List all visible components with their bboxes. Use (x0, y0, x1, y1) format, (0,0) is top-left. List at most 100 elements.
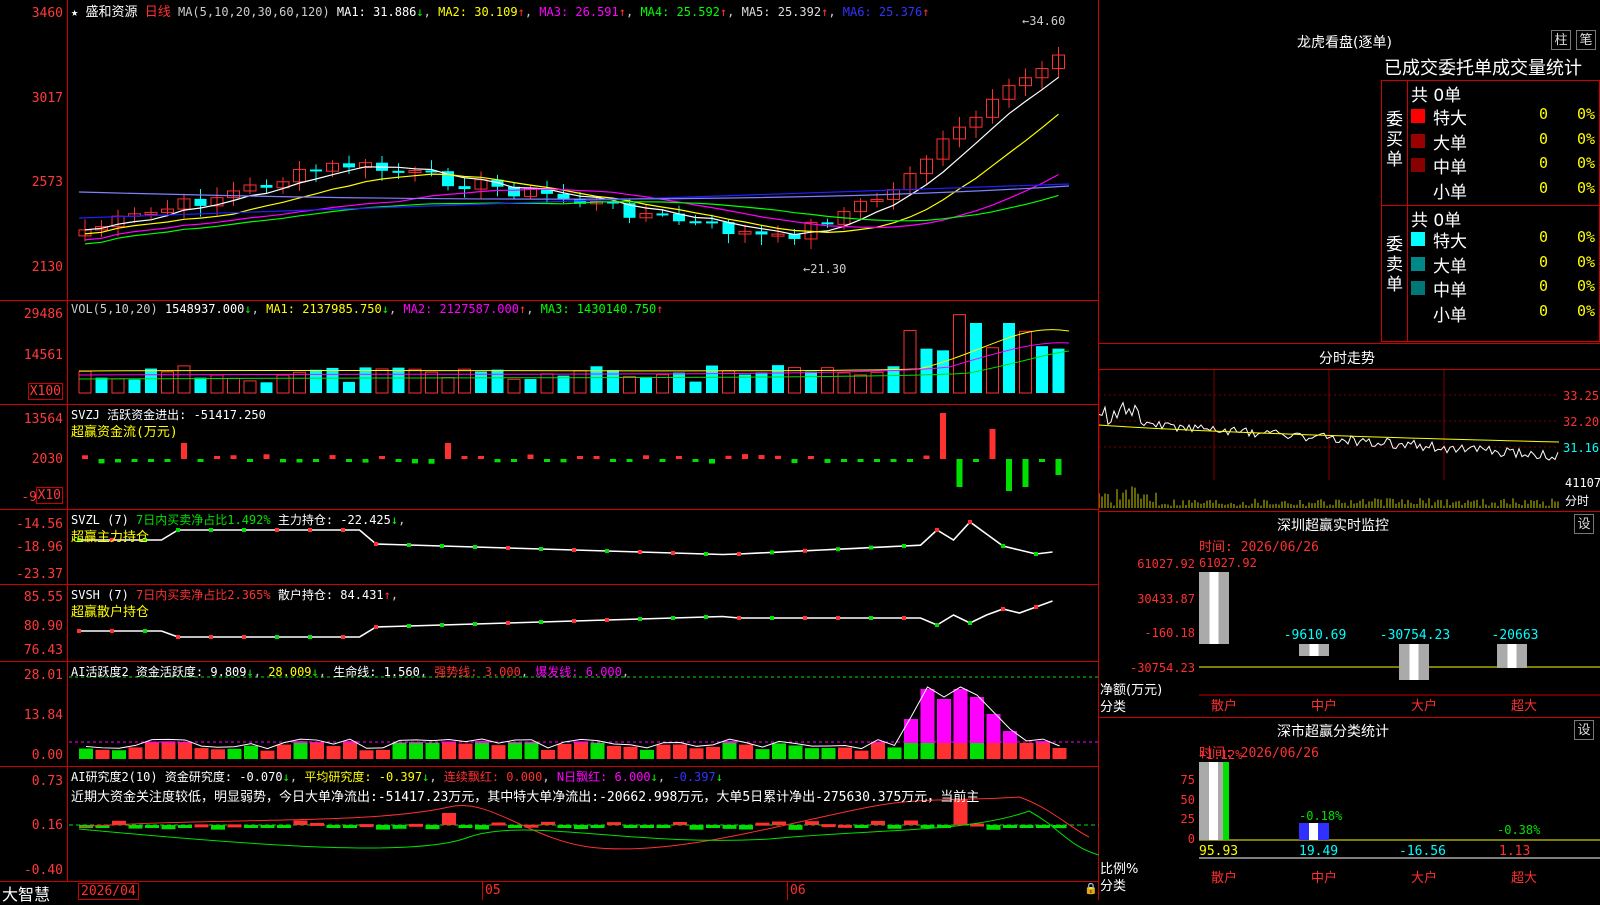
vol-bar-up (294, 372, 306, 393)
szmon-cat: 大户 (1411, 698, 1437, 714)
activity-bar-top (937, 699, 951, 743)
research-bar (657, 825, 671, 828)
ai2-header: AI研究度2(10) 资金研究度: -0.070↓, 平均研究度: -0.397… (71, 768, 723, 785)
holding-dot (308, 635, 312, 639)
kline-chart[interactable] (69, 0, 1099, 300)
holding-dot (1001, 544, 1005, 548)
holding-dot (1001, 607, 1005, 611)
activity-bar (937, 743, 951, 759)
szcls-tick: 75 (1181, 773, 1195, 787)
period-label[interactable]: 日线 (145, 5, 171, 20)
brand-label: 大智慧 (2, 881, 50, 905)
ai-research-panel[interactable]: 0.73 0.16 -0.40 AI研究度2(10) 资金研究度: -0.070… (0, 767, 1099, 882)
vol-ma1: MA1: 2137985.750 (266, 302, 382, 316)
szmon-bar-label: -20663 (1492, 628, 1539, 643)
research-bar (277, 825, 291, 828)
kline-panel[interactable]: 3460 3017 2573 2130 ★ 盛和资源 日线 MA(5,10,20… (0, 0, 1099, 301)
sz-class-panel[interactable]: 深市超赢分类统计 设 时间: 2026/06/26 7550250+1.12%-… (1099, 718, 1600, 900)
vol-bar-up (1020, 331, 1032, 393)
holding-dot (1034, 605, 1038, 609)
research-bar (178, 825, 192, 828)
holding-dot (473, 622, 477, 626)
sz-monitor-panel[interactable]: 深圳超赢实时监控 设 时间: 2026/06/26 61027.92 61027… (1099, 512, 1600, 718)
vol-bar-up (244, 381, 256, 393)
szmon-chart[interactable]: 61027.9230433.87-160.18-30754.23-9610.69… (1099, 512, 1600, 718)
ai1-label: AI活跃度2 (71, 665, 129, 679)
order-count: 0 (1539, 302, 1548, 320)
star-icon[interactable]: ★ (71, 5, 78, 19)
svsh-panel[interactable]: 85.55 80.90 76.43 SVSH (7) 7日内买卖净占比2.365… (0, 585, 1099, 662)
fenshi-title: 分时走势 (1319, 348, 1375, 368)
research-bar (228, 824, 242, 827)
order-type-label: 小单 (1433, 301, 1467, 326)
svsh-p2: 散户持仓: 84.431 (278, 588, 384, 602)
holding-dot (902, 616, 906, 620)
activity-bar (574, 743, 588, 759)
ai-activity-panel[interactable]: 28.01 13.84 0.00 AI活跃度2 资金活跃度: 9.809↓, 2… (0, 662, 1099, 767)
activity-bar-top (409, 742, 423, 743)
svzj-panel[interactable]: 13564 2030 -9 X10 SVZJ 活跃资金进出: -51417.25… (0, 405, 1099, 510)
szcls-mid-label: -0.18% (1299, 809, 1343, 823)
fenshi-panel[interactable]: 分时走势 33.25 32.20 31.16 41107 分时 (1099, 344, 1600, 512)
vol-bar-down (772, 365, 784, 393)
activity-bar (822, 748, 836, 759)
ai2-t1: 资金研究度: -0.070 (165, 770, 283, 784)
vol-bar-down (393, 368, 405, 393)
flow-bar (676, 456, 682, 459)
flow-bar (495, 459, 501, 462)
activity-bar (871, 743, 885, 759)
szcls-top: +1.12% (1199, 748, 1243, 762)
szmon-tick: -30754.23 (1130, 661, 1195, 675)
research-bar (921, 825, 935, 828)
szcls-chart[interactable]: 7550250+1.12%-0.18%-0.38%95.9319.49-16.5… (1099, 718, 1600, 900)
svzl-tick: -14.56 (16, 517, 63, 532)
research-bar (805, 821, 819, 825)
holding-dot (803, 549, 807, 553)
volume-chart[interactable] (69, 301, 1099, 405)
research-bar (690, 825, 704, 830)
lhb-tabs[interactable]: 已成交委托单成交量统计 (1384, 54, 1582, 80)
holding-dot (605, 549, 609, 553)
research-bar (756, 823, 770, 826)
flow-bar (594, 456, 600, 459)
szcls-bottom-value: 95.93 (1199, 844, 1238, 859)
order-type-label: 特大 (1433, 104, 1467, 129)
order-percent: 0% (1577, 130, 1595, 148)
stock-name[interactable]: 盛和资源 (85, 5, 137, 20)
order-count: 0 (1539, 179, 1548, 197)
activity-bar (756, 749, 770, 759)
holding-dot (77, 629, 81, 633)
vol-bar-up (508, 379, 520, 393)
volume-panel[interactable]: 29486 14561 X100 VOL(5,10,20) 1548937.00… (0, 301, 1099, 405)
flow-bar (990, 429, 996, 459)
vol-bar-down (492, 370, 504, 393)
activity-bar (261, 751, 275, 759)
svsh-tick: 80.90 (24, 619, 63, 634)
svzj-sub: 超赢资金流(万元) (71, 421, 178, 440)
lock-icon[interactable]: 🔒 (1084, 882, 1098, 895)
volume-axis: 29486 14561 X100 (0, 301, 68, 404)
activity-bar (327, 746, 341, 759)
research-bar (508, 825, 522, 828)
research-bar (904, 821, 918, 825)
research-bar (822, 824, 836, 827)
vol-bar-up (822, 368, 834, 393)
fenshi-chart[interactable] (1099, 370, 1559, 510)
holding-dot (308, 528, 312, 532)
activity-bar (244, 746, 258, 759)
bar-view-button[interactable]: 柱 (1551, 30, 1571, 50)
szcls-cat: 大户 (1411, 870, 1437, 886)
flow-bar (82, 455, 88, 459)
szcls-tick: 50 (1181, 793, 1195, 807)
holding-dot (902, 544, 906, 548)
order-percent: 0% (1577, 179, 1595, 197)
svzl-label: SVZL (7) (71, 513, 129, 527)
szmon-bar-label: -30754.23 (1380, 628, 1450, 643)
flow-bar (511, 459, 517, 462)
activity-bar (541, 750, 555, 759)
activity-bar (442, 743, 456, 759)
activity-bar (492, 745, 506, 759)
activity-bar-top (310, 742, 324, 743)
tick-view-button[interactable]: 笔 (1576, 30, 1596, 50)
svzl-panel[interactable]: -14.56 -18.96 -23.37 SVZL (7) 7日内买卖净占比1.… (0, 510, 1099, 585)
